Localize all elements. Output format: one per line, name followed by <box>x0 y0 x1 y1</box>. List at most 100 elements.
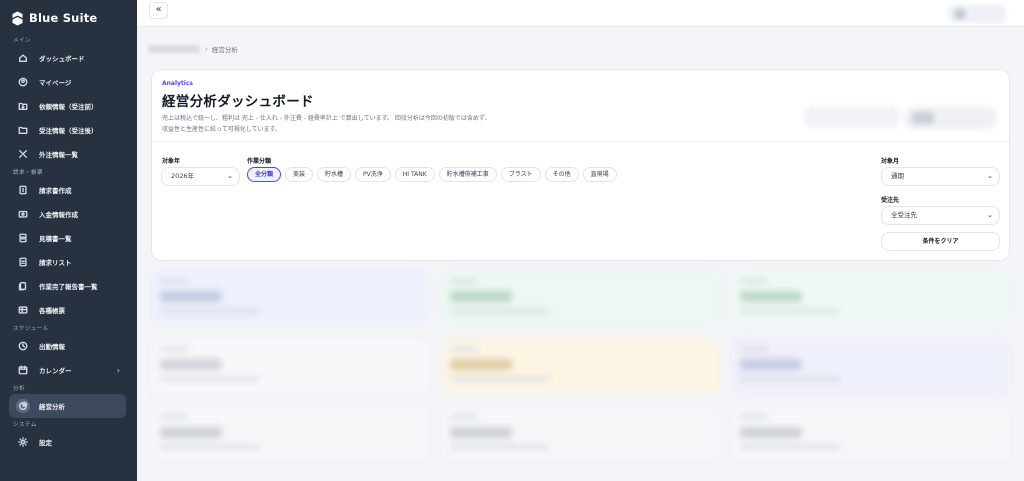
sidebar-item-label: 作業完了報告書一覧 <box>39 283 98 291</box>
chevron-down-icon: ⌄ <box>987 211 993 219</box>
sidebar-item-label: 各種帳票 <box>39 307 65 315</box>
category-chip[interactable]: その他 <box>544 167 579 182</box>
user-circle-icon <box>17 76 29 88</box>
category-chip[interactable]: 貯水槽俳補工事 <box>438 167 497 182</box>
sidebar-item-label: 外注情報一覧 <box>39 151 78 159</box>
clock-icon <box>17 340 29 352</box>
sidebar-section-title: 分析 <box>13 386 26 392</box>
client-select[interactable]: 全受注先 ⌄ <box>881 206 1000 225</box>
kpi-tile <box>731 406 1010 462</box>
sidebar-item-label: カレンダー <box>39 367 72 375</box>
sidebar-item[interactable]: 請求リスト <box>9 250 126 274</box>
page-title: 経営分析ダッシュボード <box>162 94 314 110</box>
kpi-tile <box>151 270 430 326</box>
sidebar-item-label: 設定 <box>39 439 52 447</box>
analytics-filter-card: Analytics 経営分析ダッシュボード 売上は税込で統一し、粗利は 売上 -… <box>151 69 1010 261</box>
chart-pie-icon <box>16 399 30 413</box>
category-chip[interactable]: 美装 <box>285 167 314 182</box>
sidebar-section-title: システム <box>13 422 37 428</box>
kpi-tile <box>441 406 720 462</box>
kpi-tile <box>151 406 430 462</box>
sidebar-item[interactable]: 外注情報一覧 <box>9 142 126 166</box>
sidebar-item[interactable]: 入金情報作成 <box>9 202 126 226</box>
sidebar-item[interactable]: 請求書作成 <box>9 178 126 202</box>
sidebar-nav: メイン ダッシュボード マイページ 依頼情報（受注前） 受注情報（受注後） 外注情報一覧請… <box>0 36 137 454</box>
collapse-sidebar-button[interactable]: « <box>149 2 168 19</box>
sidebar-item[interactable]: 依頼情報（受注前） <box>9 94 126 118</box>
card-header: Analytics 経営分析ダッシュボード 売上は税込で統一し、粗利は 売上 -… <box>152 70 1009 142</box>
kpi-tile <box>441 338 720 394</box>
list-icon <box>17 256 29 268</box>
sidebar-item[interactable]: カレンダー › <box>9 358 126 382</box>
sidebar-section-title: メイン <box>13 38 32 44</box>
calendar-icon <box>17 364 29 376</box>
kpi-tile <box>151 338 430 394</box>
sidebar-item-label: 経営分析 <box>39 403 65 411</box>
sidebar-item[interactable]: 設定 <box>9 430 126 454</box>
payment-icon <box>17 208 29 220</box>
sidebar-item-label: 入金情報作成 <box>39 211 78 219</box>
sidebar-item[interactable]: 作業完了報告書一覧 <box>9 274 126 298</box>
summary-pill <box>804 107 900 127</box>
breadcrumb-home[interactable] <box>148 45 200 53</box>
sidebar: Blue Suite メインダッシュボード マイページ依頼情報（受注前） 受注情報（… <box>0 0 137 481</box>
double-chevron-left-icon: « <box>155 4 162 15</box>
sidebar-item[interactable]: ダッシュボード <box>9 46 126 70</box>
sidebar-item[interactable]: マイページ <box>9 70 126 94</box>
sidebar-item-label: ダッシュボード <box>39 55 85 63</box>
sidebar-item-label: マイページ <box>39 79 72 87</box>
sidebar-section-title: 請求・帳票 <box>13 170 44 176</box>
tools-icon <box>17 148 29 160</box>
kpi-tile <box>731 338 1010 394</box>
report-icon <box>17 280 29 292</box>
clear-filters-button[interactable]: 条件をクリア <box>881 232 1000 251</box>
kpi-tile <box>731 270 1010 326</box>
sidebar-item-label: 請求リスト <box>39 259 72 267</box>
summary-pill <box>904 107 996 129</box>
chevron-right-icon: › <box>116 366 120 375</box>
page-description: 売上は税込で統一し、粗利は 売上 - 仕入れ - 外注費 - 経費率計上 で算出… <box>162 115 491 133</box>
breadcrumb: › 経営分析 <box>148 43 238 55</box>
category-filter-label: 作業分類 <box>247 158 272 165</box>
category-chip[interactable]: 貯水槽 <box>317 167 352 182</box>
user-menu[interactable] <box>948 5 1006 23</box>
sidebar-item[interactable]: 出勤情報 <box>9 334 126 358</box>
sidebar-item[interactable]: 受注情報（受注後） <box>9 118 126 142</box>
kpi-grid <box>151 270 1010 481</box>
sidebar-item-label: 請求書作成 <box>39 187 72 195</box>
sidebar-item-label: 依頼情報（受注前） <box>39 103 98 111</box>
year-select[interactable]: 2026年 ⌄ <box>161 167 240 186</box>
category-chip[interactable]: 直現場 <box>582 167 617 182</box>
month-filter-label: 対象月 <box>881 158 900 165</box>
folder-download-icon <box>17 100 29 112</box>
month-select[interactable]: 通期 ⌄ <box>881 167 1000 186</box>
client-filter-label: 受注先 <box>881 197 900 204</box>
category-chip[interactable]: 全分類 <box>247 167 282 182</box>
brand[interactable]: Blue Suite <box>0 0 137 36</box>
category-chips: 全分類 美装 貯水槽 PV洗浄 HI TANK 貯水槽俳補工事 ブラスト その他 直現場 <box>247 167 621 182</box>
category-chip[interactable]: PV洗浄 <box>355 167 391 182</box>
sidebar-item-label: 見積書一覧 <box>39 235 72 243</box>
year-filter-label: 対象年 <box>162 158 181 165</box>
category-chip[interactable]: ブラスト <box>500 167 541 182</box>
sidebar-item[interactable]: 見積書一覧 <box>9 226 126 250</box>
category-chip[interactable]: HI TANK <box>394 167 435 182</box>
kpi-tile <box>441 270 720 326</box>
document-icon <box>17 232 29 244</box>
sidebar-item-label: 出勤情報 <box>39 343 65 351</box>
invoice-icon <box>17 184 29 196</box>
top-header: « <box>137 0 1024 27</box>
folder-icon <box>17 124 29 136</box>
logo-icon <box>12 11 23 25</box>
chevron-down-icon: ⌄ <box>227 172 233 180</box>
table-icon <box>17 304 29 316</box>
sidebar-item[interactable]: 各種帳票 <box>9 298 126 322</box>
sidebar-item[interactable]: 経営分析 <box>9 394 126 418</box>
breadcrumb-current: 経営分析 <box>211 46 238 54</box>
eyebrow-label: Analytics <box>162 80 193 87</box>
chevron-down-icon: ⌄ <box>987 172 993 180</box>
breadcrumb-separator: › <box>205 45 208 53</box>
brand-name: Blue Suite <box>29 11 98 25</box>
gear-icon <box>17 436 29 448</box>
sidebar-section-title: スケジュール <box>13 326 49 332</box>
